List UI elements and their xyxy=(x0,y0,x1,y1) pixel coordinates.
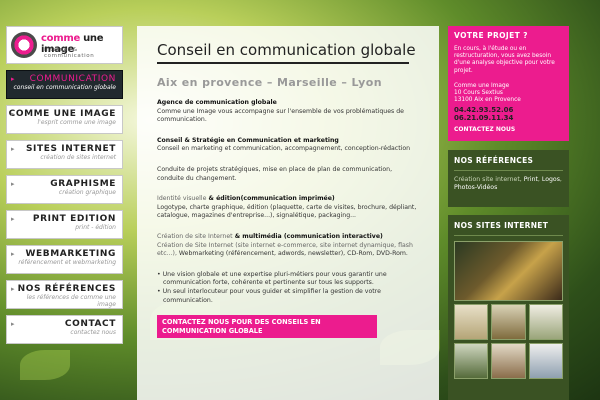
nav-item-title: SITES INTERNET xyxy=(25,144,116,154)
visual-identity-text: Logotype, charte graphique, édition (pla… xyxy=(157,203,417,220)
logo[interactable]: comme une image internet & communication xyxy=(6,26,123,64)
web-text: Création de Site Internet (site internet… xyxy=(157,241,413,258)
nav-item-communication[interactable]: ▸ COMMUNICATION conseil en communication… xyxy=(6,70,123,99)
nav-item-webmarketing[interactable]: ▸ WEBMARKETING référencement et webmarke… xyxy=(6,245,123,274)
nav-item-subtitle: print - édition xyxy=(75,224,116,231)
nav-item-subtitle: l'esprit comme une image xyxy=(37,119,117,126)
promo-text: En cours, à l'étude ou en restructuratio… xyxy=(454,46,555,74)
list-item: • Une vision globale et une expertise pl… xyxy=(157,270,387,287)
arrow-icon: ▸ xyxy=(11,320,15,328)
strategy-section: Conseil & Stratégie en Communication et … xyxy=(157,137,419,154)
contact-cta-button[interactable]: CONTACTEZ NOUS POUR DES CONSEILS EN COMM… xyxy=(157,315,377,339)
nav-item-sites-internet[interactable]: ▸ SITES INTERNET création de sites inter… xyxy=(6,140,123,169)
website-thumbnail[interactable] xyxy=(528,343,563,379)
web-heading: Création de site Internet & multimédia (… xyxy=(157,232,383,240)
arrow-icon: ▸ xyxy=(11,250,15,258)
arrow-icon: ▸ xyxy=(11,110,15,118)
visual-identity-section: Identité visuelle & édition(communicatio… xyxy=(157,195,419,221)
nav-item-comme-une-image[interactable]: ▸ COMME UNE IMAGE l'esprit comme une ima… xyxy=(6,105,123,134)
nav-item-subtitle: création graphique xyxy=(58,189,116,196)
website-thumbnail[interactable] xyxy=(454,304,489,340)
divider xyxy=(454,235,563,236)
website-thumbnail[interactable] xyxy=(491,343,526,379)
nav-item-subtitle: conseil en communication globale xyxy=(13,84,116,91)
main-content: Conseil en communication globale Aix en … xyxy=(137,26,439,400)
nav-item-nos-references[interactable]: ▸ NOS RÉFÉRENCES les références de comme… xyxy=(6,280,123,309)
nav-item-graphisme[interactable]: ▸ GRAPHISME création graphique xyxy=(6,175,123,204)
arrow-icon: ▸ xyxy=(11,145,15,153)
website-thumbnail[interactable] xyxy=(454,241,563,301)
list-item: • Un seul interlocuteur pour vous guider… xyxy=(157,287,381,304)
print-link[interactable]: Print xyxy=(524,176,538,183)
nav-item-title: PRINT EDITION xyxy=(32,214,116,224)
website-thumbnail[interactable] xyxy=(528,304,563,340)
nav-item-title: WEBMARKETING xyxy=(25,249,116,259)
references-panel: NOS RÉFÉRENCES Création site internet, P… xyxy=(448,150,569,207)
projects-text: Conduite de projets stratégiques, mise e… xyxy=(157,165,393,182)
logos-link[interactable]: Logos xyxy=(542,176,560,183)
agency-text: Comme une Image vous accompagne sur l'en… xyxy=(157,107,404,124)
websites-title: NOS SITES INTERNET xyxy=(454,221,549,230)
web-section: Création de site Internet & multimédia (… xyxy=(157,233,419,259)
arrow-icon: ▸ xyxy=(11,180,15,188)
websites-panel: NOS SITES INTERNET xyxy=(448,215,569,400)
project-promo-panel: VOTRE PROJET ? En cours, à l'étude ou en… xyxy=(448,26,569,141)
strategy-text: Conseil en marketing et communication, a… xyxy=(157,145,411,153)
website-thumbnail[interactable] xyxy=(454,343,489,379)
visual-identity-heading: Identité visuelle & édition(communicatio… xyxy=(157,195,335,203)
logo-tagline: internet & communication xyxy=(44,47,95,59)
promo-contact-link[interactable]: CONTACTEZ NOUS xyxy=(454,126,563,133)
agency-heading: Agence de communication globale xyxy=(157,99,277,106)
benefits-list: • Une vision globale et une expertise pl… xyxy=(157,271,419,305)
nav-item-contact[interactable]: ▸ CONTACT contactez nous xyxy=(6,315,123,344)
nav-item-title: NOS RÉFÉRENCES xyxy=(17,284,116,294)
nav-item-title: CONTACT xyxy=(64,319,116,329)
nav-item-subtitle: les références de comme une image xyxy=(26,294,116,308)
nav-item-subtitle: création de sites internet xyxy=(40,154,116,161)
references-links: Création site internet, Print, Logos, Ph… xyxy=(454,176,562,191)
promo-address: Comme une Image 10 Cours Sextius 13100 A… xyxy=(454,82,521,104)
page-subtitle: Aix en provence – Marseille – Lyon xyxy=(157,76,382,89)
title-divider xyxy=(157,62,409,64)
promo-title: VOTRE PROJET ? xyxy=(454,31,528,40)
nav-item-title: GRAPHISME xyxy=(50,179,116,189)
nav-item-subtitle: contactez nous xyxy=(70,329,116,336)
nav-item-print-edition[interactable]: ▸ PRINT EDITION print - édition xyxy=(6,210,123,239)
nav-item-subtitle: référencement et webmarketing xyxy=(18,259,116,266)
promo-phone-numbers: 04.42.93.52.06 06.21.09.11.34 xyxy=(454,106,514,123)
logo-mark-icon xyxy=(11,32,37,58)
page-title: Conseil en communication globale xyxy=(157,41,416,59)
sidebar-nav: comme une image internet & communication… xyxy=(6,26,123,344)
photos-videos-link[interactable]: Photos-Vidéos xyxy=(454,184,497,191)
nav-item-title: COMMUNICATION xyxy=(29,74,116,84)
arrow-icon: ▸ xyxy=(11,215,15,223)
website-thumbnail[interactable] xyxy=(491,304,526,340)
divider xyxy=(454,170,563,171)
arrow-icon: ▸ xyxy=(11,75,15,83)
agency-section: Agence de communication globale Comme un… xyxy=(157,99,419,125)
nav-item-title: COMME UNE IMAGE xyxy=(8,109,116,119)
arrow-icon: ▸ xyxy=(11,285,15,293)
references-title: NOS RÉFÉRENCES xyxy=(454,156,534,165)
projects-section: Conduite de projets stratégiques, mise e… xyxy=(157,166,419,183)
website-thumbnails xyxy=(454,241,563,379)
